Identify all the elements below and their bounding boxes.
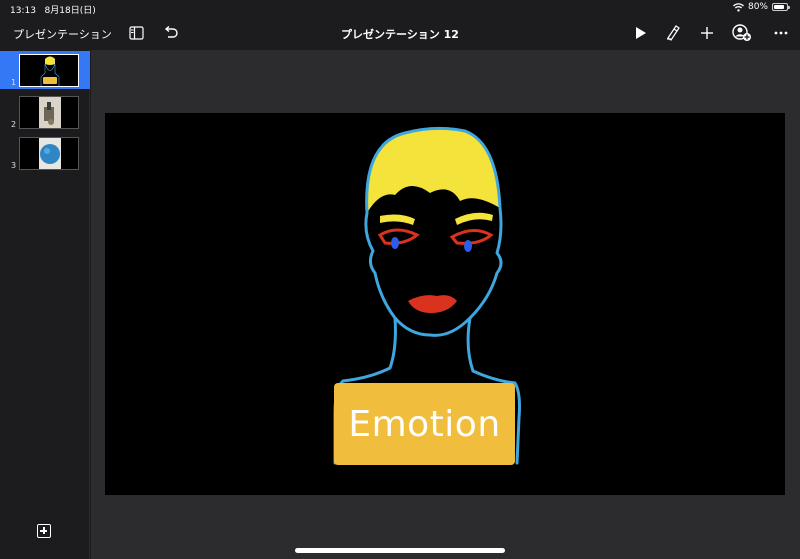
slide-thumbnail-3[interactable]: 3 [0,134,90,172]
battery-icon [772,3,790,11]
battery-level [774,5,784,9]
left-eyebrow [380,214,415,225]
play-icon[interactable] [630,23,650,43]
slide-canvas: Emotion [91,50,800,559]
home-indicator[interactable] [295,548,505,553]
more-icon[interactable] [771,23,791,43]
lips [408,295,457,313]
slide-thumbnail-2[interactable]: 2 [0,93,90,131]
slide-preview [19,137,79,170]
add-icon[interactable] [697,23,717,43]
format-brush-icon[interactable] [663,23,683,43]
slide-navigator: 1 2 3 [0,50,90,559]
slide-number: 2 [11,120,17,129]
add-slide-button[interactable] [37,524,51,538]
right-pupil [464,240,472,252]
status-right: 80% [733,2,790,12]
slide[interactable]: Emotion [105,113,785,495]
battery-percent: 80% [747,2,768,12]
toolbar: プレゼンテーション プレゼンテーション 12 [0,16,800,50]
status-date: 8月18日(日) [44,6,96,16]
slide-thumbnail-1[interactable]: 1 [0,51,90,89]
status-bar: 13:13 8月18日(日) 80% [0,0,800,16]
slide-preview [19,54,79,87]
right-eyebrow [455,212,493,225]
slide-preview [19,96,79,129]
slide-number: 1 [11,78,17,87]
collaborate-icon[interactable] [732,23,752,43]
wifi-icon [733,2,744,12]
emotion-label-box[interactable]: Emotion [334,383,515,465]
status-time-date: 13:13 8月18日(日) [10,3,96,16]
status-time: 13:13 [10,6,36,16]
left-pupil [391,237,399,249]
slide-number: 3 [11,161,17,170]
right-eye-shadow [449,229,494,245]
emotion-label-text: Emotion [348,403,501,445]
